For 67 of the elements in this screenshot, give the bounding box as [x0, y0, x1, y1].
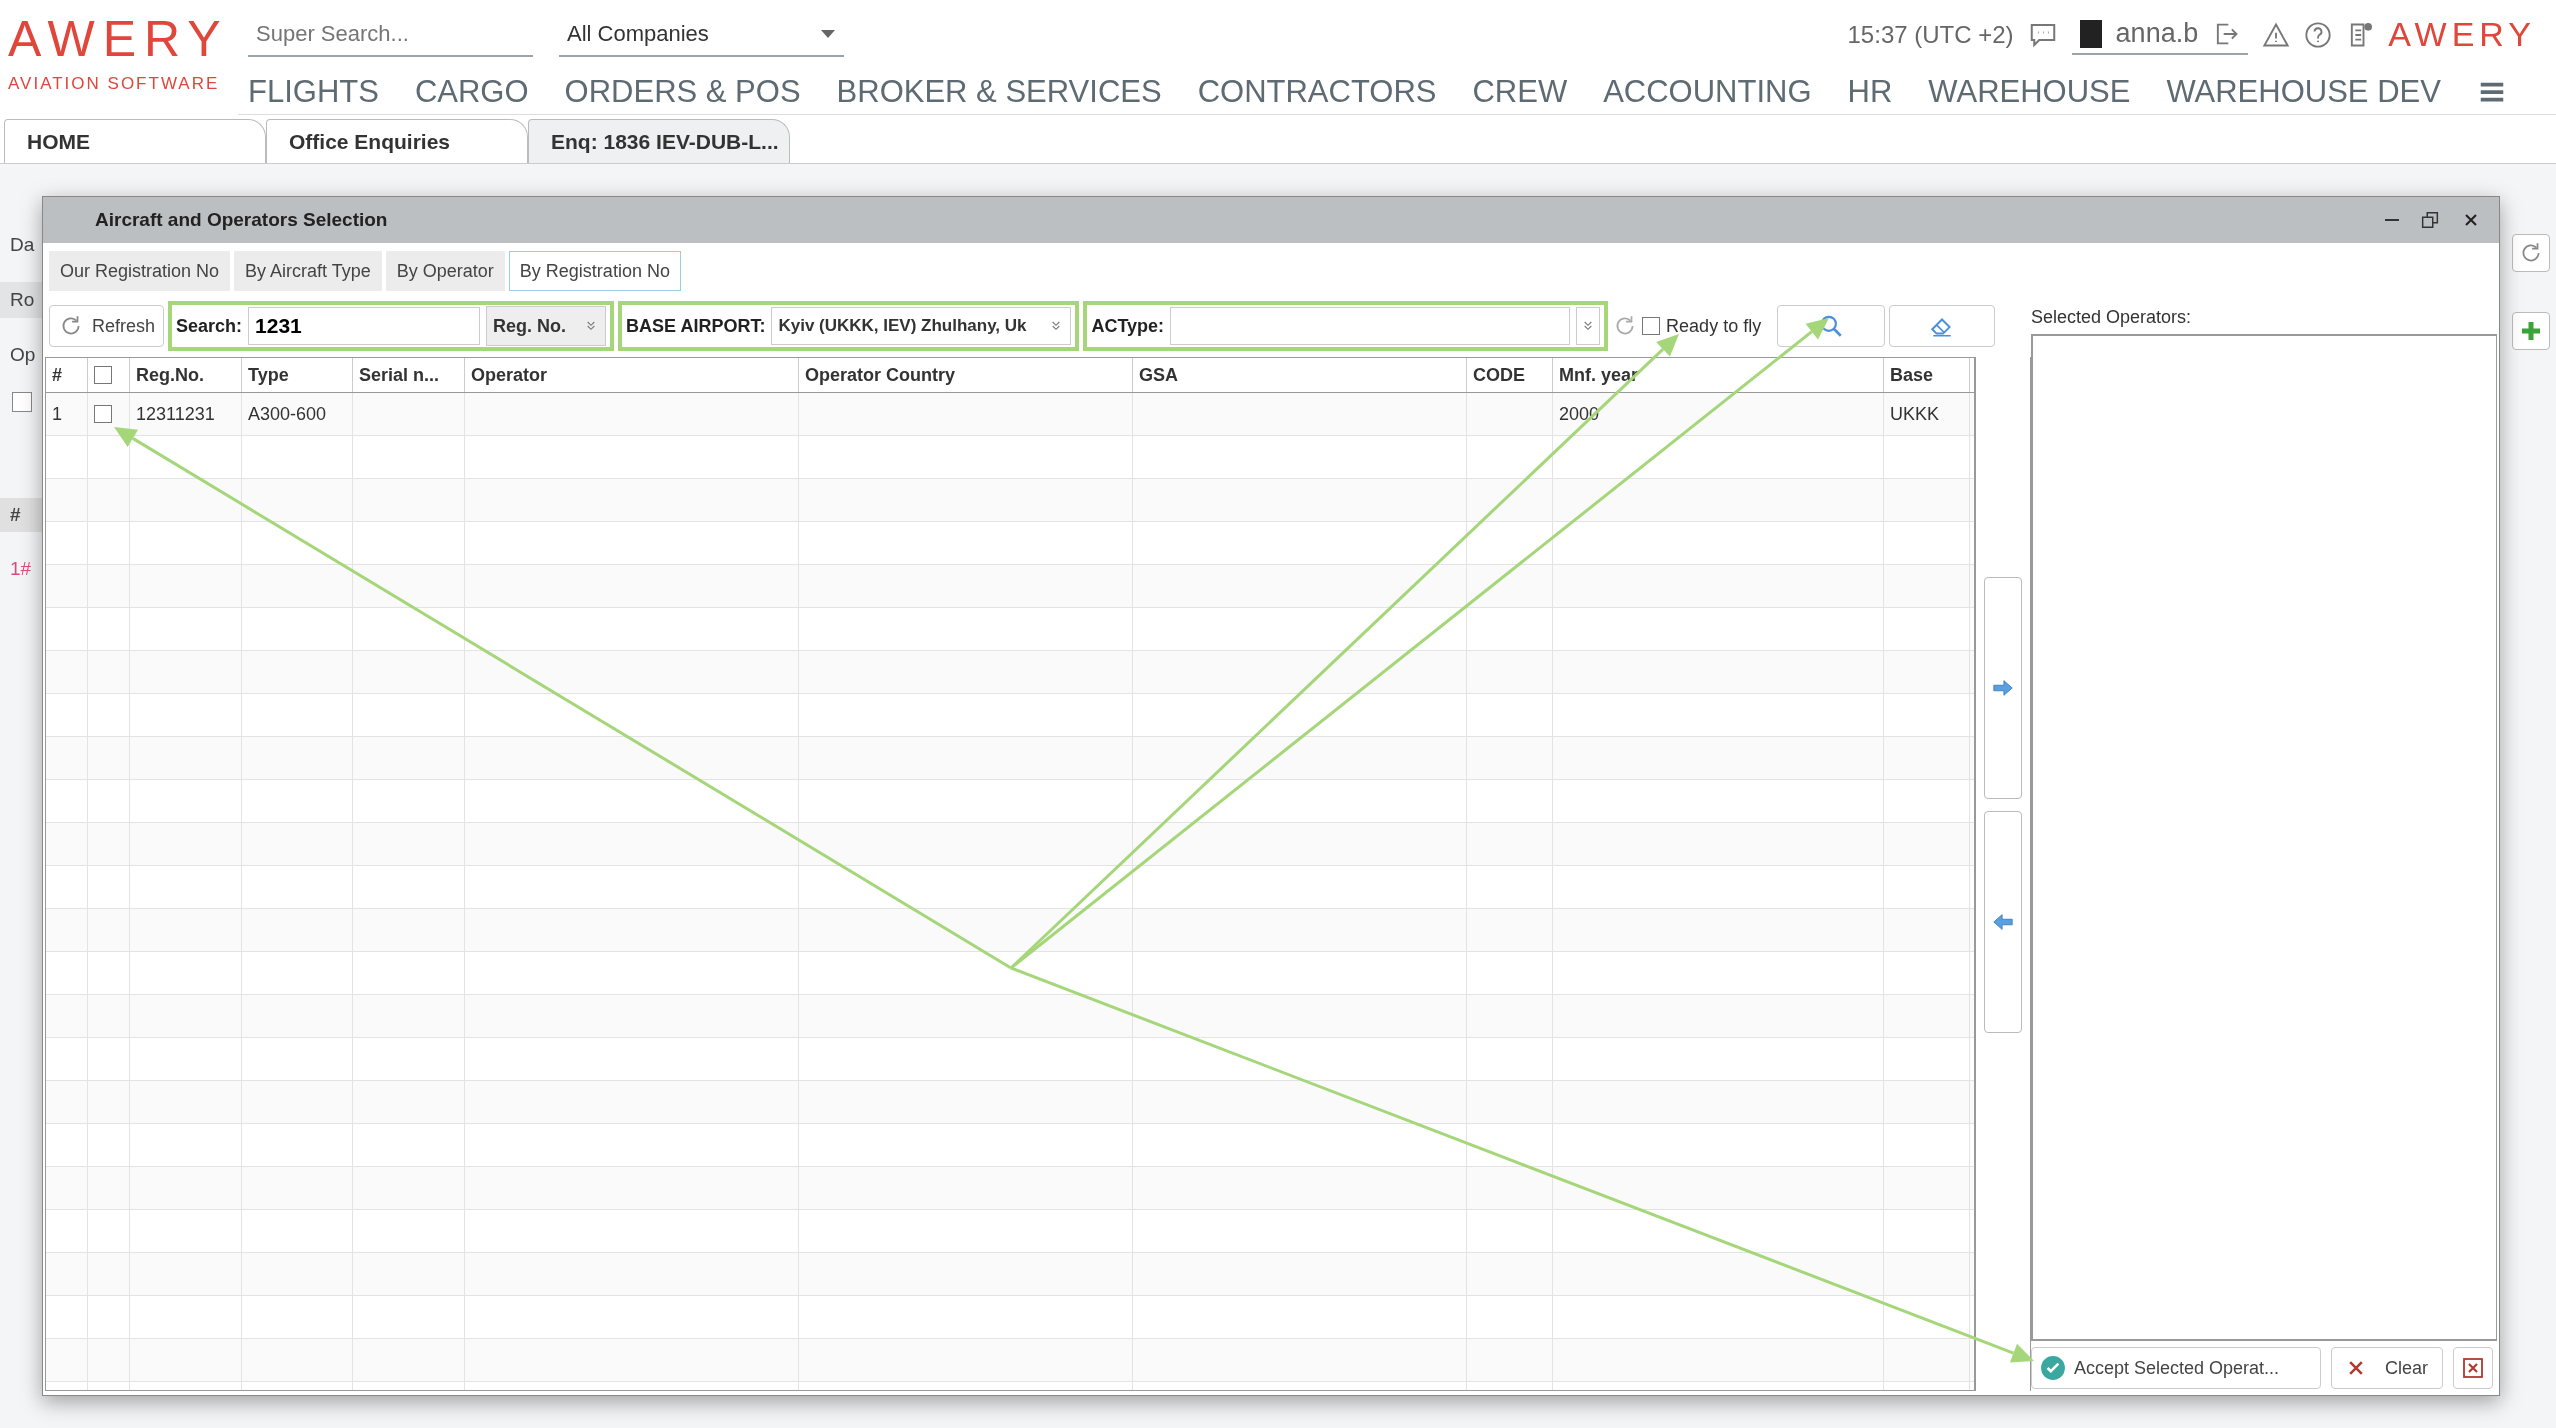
- clock-time: 15:37 (UTC +2): [1847, 20, 2014, 49]
- nav-item[interactable]: CARGO: [414, 73, 529, 110]
- nav-item[interactable]: WAREHOUSE: [1928, 73, 2131, 110]
- nav-item[interactable]: ORDERS & POS: [564, 73, 801, 110]
- accept-button[interactable]: Accept Selected Operat...: [2031, 1347, 2321, 1389]
- column-header: #: [0, 498, 42, 532]
- dialog-tab[interactable]: Our Registration No: [49, 251, 231, 291]
- field-label: Op: [9, 344, 37, 366]
- airport-dropdown[interactable]: Kyiv (UKKK, IEV) Zhulhany, Uk: [771, 307, 1072, 345]
- airport-label: BASE AIRPORT:: [626, 315, 766, 337]
- eraser-button[interactable]: [1889, 305, 1996, 347]
- left-arrow-icon: [1992, 911, 2014, 933]
- search-by-dropdown[interactable]: Reg. No.: [486, 306, 607, 346]
- search-field[interactable]: 1231: [248, 307, 481, 345]
- logo[interactable]: AWERY: [8, 14, 238, 64]
- nav-item[interactable]: CONTRACTORS: [1197, 73, 1437, 110]
- help-icon: [2304, 20, 2333, 49]
- refresh-button[interactable]: Refresh: [49, 305, 165, 347]
- refresh-button[interactable]: [2512, 234, 2550, 272]
- window-title: Aircraft and Operators Selection: [95, 209, 389, 231]
- close-button[interactable]: [2453, 1347, 2493, 1389]
- dialog-tab[interactable]: By Aircraft Type: [234, 251, 382, 291]
- search-button[interactable]: [1777, 305, 1886, 347]
- dialog-tab[interactable]: By Operator: [385, 251, 505, 291]
- nav-item[interactable]: WAREHOUSE DEV: [2166, 73, 2441, 110]
- dropdown-button[interactable]: [1576, 307, 1601, 345]
- add-button[interactable]: [2512, 312, 2550, 350]
- page-tab[interactable]: Office Enquiries: [266, 119, 528, 163]
- logo-tagline: AVIATION SOFTWARE: [8, 74, 220, 94]
- dialog-tab[interactable]: By Registration No: [508, 251, 681, 291]
- row-number: 1: [46, 393, 88, 435]
- table-cell: UKKK: [1884, 393, 1970, 435]
- checkbox[interactable]: [94, 366, 112, 384]
- nav-item[interactable]: FLIGHTS: [248, 73, 379, 110]
- move-right-button[interactable]: [1984, 577, 2022, 799]
- nav-item[interactable]: BROKER & SERVICES: [836, 73, 1162, 110]
- search-label: Search:: [176, 315, 243, 337]
- checkbox-label: Ready to fly: [1666, 315, 1762, 337]
- check-icon: [2040, 1355, 2066, 1381]
- avatar-icon: [2079, 19, 2102, 48]
- actype-label: ACType:: [1091, 315, 1165, 337]
- user-menu[interactable]: anna.b: [2071, 14, 2249, 56]
- field-label: Da: [9, 234, 36, 256]
- nav-item[interactable]: CREW: [1472, 73, 1568, 110]
- background-button[interactable]: Ro: [0, 282, 42, 318]
- actype-field[interactable]: [1170, 307, 1571, 345]
- company-dropdown[interactable]: All Companies: [559, 12, 844, 57]
- close-icon: [2461, 1356, 2485, 1380]
- checkbox[interactable]: [1642, 317, 1661, 335]
- minimize-icon: [2385, 219, 2399, 221]
- plus-icon: [2519, 319, 2543, 343]
- right-arrow-icon: [1992, 677, 2014, 699]
- restore-icon: [2419, 209, 2441, 231]
- logo[interactable]: AWERY: [2388, 15, 2536, 55]
- clear-button[interactable]: Clear: [2331, 1347, 2443, 1389]
- nav-item[interactable]: HR: [1847, 73, 1893, 110]
- nav-item[interactable]: ACCOUNTING: [1603, 73, 1812, 110]
- warning-icon: [2262, 20, 2291, 49]
- dropdown-caret-icon: [820, 28, 836, 39]
- list-label: Selected Operators:: [2031, 306, 2193, 329]
- checkbox[interactable]: [12, 392, 32, 412]
- row-number: 1#: [9, 558, 33, 580]
- page-tab[interactable]: HOME: [4, 119, 266, 163]
- checkbox[interactable]: [94, 405, 112, 423]
- table-cell: A300-600: [242, 393, 353, 435]
- move-left-button[interactable]: [1984, 811, 2022, 1033]
- page-tab[interactable]: Enq: 1836 IEV-DUB-L...: [528, 119, 790, 163]
